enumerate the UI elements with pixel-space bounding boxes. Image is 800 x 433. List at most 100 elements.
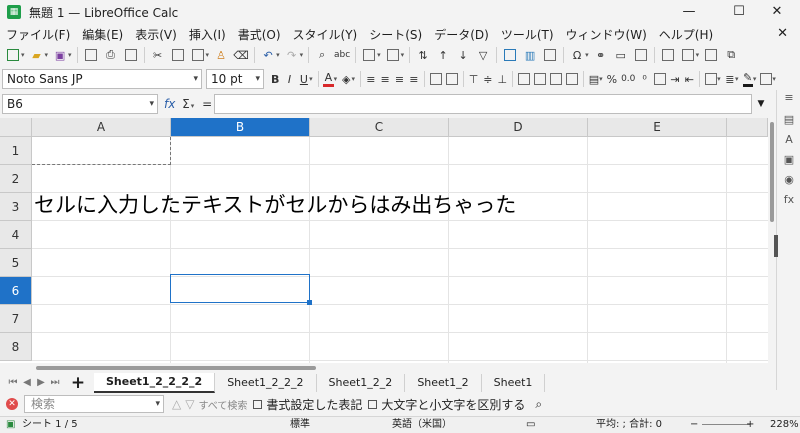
formula-input[interactable] (214, 94, 752, 114)
horizontal-scroll-thumb[interactable] (36, 366, 316, 370)
sidebar-collapse-handle[interactable] (774, 235, 778, 257)
export-pdf-icon[interactable] (83, 47, 99, 63)
zoom-out-icon[interactable]: − (690, 417, 698, 433)
percent-icon[interactable]: % (607, 71, 617, 87)
row-header-6[interactable]: 6 (0, 277, 32, 305)
language-status[interactable]: 英語（米国） (392, 417, 452, 433)
sheet-tab-5[interactable]: Sheet1 (482, 373, 546, 392)
row-header-2[interactable]: 2 (0, 165, 32, 193)
menu-tools[interactable]: ツール(T) (495, 26, 560, 43)
menu-file[interactable]: ファイル(F) (0, 26, 76, 43)
increase-indent-icon[interactable]: ⇥ (670, 71, 680, 87)
freeze-rows-columns-icon[interactable] (680, 47, 696, 63)
row-header-7[interactable]: 7 (0, 305, 32, 333)
wrap-text-icon[interactable] (429, 71, 442, 87)
menu-view[interactable]: 表示(V) (129, 26, 183, 43)
spelling-icon[interactable]: abc (334, 47, 350, 63)
add-sheet-icon[interactable]: + (68, 373, 88, 393)
first-sheet-icon[interactable]: ⏮ (6, 377, 20, 388)
menu-data[interactable]: データ(D) (428, 26, 495, 43)
close-document-icon[interactable]: ✕ (777, 26, 788, 41)
sort-ascending-icon[interactable]: ↑ (435, 47, 451, 63)
print-preview-icon[interactable] (123, 47, 139, 63)
align-top-icon[interactable]: ⊤ (468, 71, 479, 87)
font-size-box[interactable]: 10 pt ▾ (206, 69, 264, 89)
find-replace-icon[interactable]: ⌕ (314, 47, 330, 63)
sheet-tab-2[interactable]: Sheet1_2_2_2 (215, 373, 317, 392)
sum-status[interactable]: 平均: ; 合計: 0 (596, 417, 662, 433)
page-style[interactable]: 標準 (290, 417, 310, 433)
name-box[interactable]: B6 ▾ (2, 94, 158, 114)
comment-icon[interactable]: ▭ (613, 47, 629, 63)
special-character-icon[interactable]: Ω (569, 47, 585, 63)
sheet-tab-1[interactable]: Sheet1_2_2_2_2 (94, 372, 216, 393)
align-middle-icon[interactable]: ≑ (483, 71, 493, 87)
chevron-down-icon[interactable]: ▾ (149, 95, 154, 113)
format-percent-icon[interactable] (534, 71, 547, 87)
justify-icon[interactable]: ≡ (409, 71, 419, 87)
autofilter-icon[interactable]: ▽ (475, 47, 491, 63)
minimize-button[interactable]: — (666, 0, 712, 24)
paste-icon[interactable] (190, 47, 206, 63)
add-decimal-icon[interactable]: ⁰ (639, 71, 649, 87)
underline-icon[interactable]: U (299, 71, 309, 87)
close-window-button[interactable]: ✕ (754, 0, 800, 24)
italic-icon[interactable]: I (284, 71, 294, 87)
sidebar-menu-icon[interactable]: ≡ (783, 92, 795, 104)
sort-icon[interactable]: ⇅ (415, 47, 431, 63)
header-footer-icon[interactable] (633, 47, 649, 63)
sheet-tab-3[interactable]: Sheet1_2_2 (317, 373, 406, 392)
save-icon[interactable]: ▣ (52, 47, 68, 63)
previous-sheet-icon[interactable]: ◀ (20, 377, 34, 388)
column-icon[interactable] (385, 47, 401, 63)
bold-icon[interactable]: B (270, 71, 280, 87)
font-name-box[interactable]: Noto Sans JP ▾ (2, 69, 202, 89)
autofill-handle[interactable] (307, 300, 312, 305)
borders-icon[interactable] (705, 71, 718, 87)
copy-icon[interactable] (170, 47, 186, 63)
column-header-e[interactable]: E (588, 118, 727, 137)
column-header-partial[interactable] (727, 118, 768, 137)
find-replace-icon[interactable]: ⌕ (535, 397, 542, 412)
select-all-corner[interactable] (0, 118, 32, 137)
split-window-icon[interactable] (703, 47, 719, 63)
spreadsheet-grid[interactable]: A B C D E 1 2 3 4 5 6 7 8 セルに入力したテキストがセル… (0, 118, 768, 363)
properties-icon[interactable]: ▤ (783, 114, 795, 126)
column-header-d[interactable]: D (449, 118, 588, 137)
row-icon[interactable] (361, 47, 377, 63)
gallery-icon[interactable]: ▣ (783, 154, 795, 166)
row-header-5[interactable]: 5 (0, 249, 32, 277)
menu-edit[interactable]: 編集(E) (76, 26, 129, 43)
expand-formula-icon[interactable]: ▼ (754, 94, 768, 114)
format-date-icon[interactable] (566, 71, 579, 87)
clone-formatting-icon[interactable]: ♙ (213, 47, 229, 63)
column-header-a[interactable]: A (32, 118, 171, 137)
format-currency-icon[interactable] (518, 71, 531, 87)
align-bottom-icon[interactable]: ⊥ (497, 71, 507, 87)
currency-symbol-icon[interactable]: ▤ (589, 71, 599, 87)
find-previous-icon[interactable]: △ (172, 397, 181, 411)
undo-icon[interactable]: ↶ (260, 47, 276, 63)
close-find-icon[interactable]: ✕ (6, 398, 18, 410)
format-number-icon[interactable] (550, 71, 563, 87)
find-all-button[interactable]: すべて検索 (198, 397, 247, 412)
zoom-level[interactable]: 228% (770, 417, 799, 433)
align-right-icon[interactable]: ≡ (394, 71, 404, 87)
zoom-slider[interactable] (702, 424, 750, 425)
highlight-color-icon[interactable]: ◈ (341, 71, 351, 87)
border-color-icon[interactable]: ✎ (742, 71, 753, 87)
function-wizard-icon[interactable]: fx (164, 97, 175, 111)
hyperlink-icon[interactable]: ⚭ (593, 47, 609, 63)
formula-icon[interactable]: = (202, 97, 212, 111)
clear-formatting-icon[interactable]: ⌫ (233, 47, 249, 63)
menu-styles[interactable]: スタイル(Y) (287, 26, 364, 43)
pivot-table-icon[interactable] (542, 47, 558, 63)
show-draw-functions-icon[interactable]: ⧉ (723, 47, 739, 63)
open-folder-icon[interactable]: ▰ (29, 47, 45, 63)
chevron-down-icon[interactable]: ▾ (255, 70, 260, 88)
sum-icon[interactable]: Σ (182, 97, 190, 111)
zoom-in-icon[interactable]: + (746, 417, 754, 433)
find-next-icon[interactable]: ▽ (185, 397, 194, 411)
row-header-1[interactable]: 1 (0, 137, 32, 165)
column-header-c[interactable]: C (310, 118, 449, 137)
